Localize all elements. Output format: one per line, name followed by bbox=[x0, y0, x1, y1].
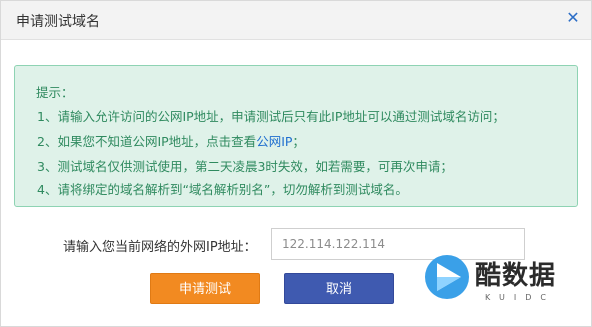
tips-line-4: 4、请将绑定的域名解析到“域名解析别名”，切勿解析到测试域名。 bbox=[37, 182, 408, 197]
tips-line-2-suffix: ； bbox=[292, 134, 305, 149]
tips-line-1: 1、请输入允许访问的公网IP地址，申请测试后只有此IP地址可以通过测试域名访问； bbox=[37, 109, 505, 124]
close-icon[interactable]: ✕ bbox=[565, 10, 581, 26]
watermark-text: 酷数据 bbox=[475, 261, 557, 291]
public-ip-link[interactable]: 公网IP bbox=[256, 134, 292, 149]
watermark-logo: 酷数据 KUIDC bbox=[423, 253, 583, 315]
dialog-titlebar: 申请测试域名 ✕ bbox=[1, 1, 591, 40]
tips-box: 提示： 1、请输入允许访问的公网IP地址，申请测试后只有此IP地址可以通过测试域… bbox=[14, 65, 578, 207]
dialog: 申请测试域名 ✕ 提示： 1、请输入允许访问的公网IP地址，申请测试后只有此IP… bbox=[0, 0, 592, 327]
play-logo-icon bbox=[425, 255, 469, 299]
cancel-button[interactable]: 取消 bbox=[284, 273, 394, 304]
watermark-subtext: KUIDC bbox=[485, 293, 555, 302]
tips-title: 提示： bbox=[36, 85, 74, 100]
ip-field-label: 请输入您当前网络的外网IP地址： bbox=[63, 240, 257, 255]
tips-line-3: 3、测试域名仅供测试使用，第二天凌晨3时失效，如若需要，可再次申请； bbox=[37, 159, 453, 174]
apply-test-button[interactable]: 申请测试 bbox=[150, 273, 260, 304]
tips-line-2: 2、如果您不知道公网IP地址，点击查看公网IP； bbox=[37, 131, 305, 150]
tips-line-2-text: 2、如果您不知道公网IP地址，点击查看 bbox=[37, 134, 257, 149]
dialog-title: 申请测试域名 bbox=[16, 14, 100, 30]
